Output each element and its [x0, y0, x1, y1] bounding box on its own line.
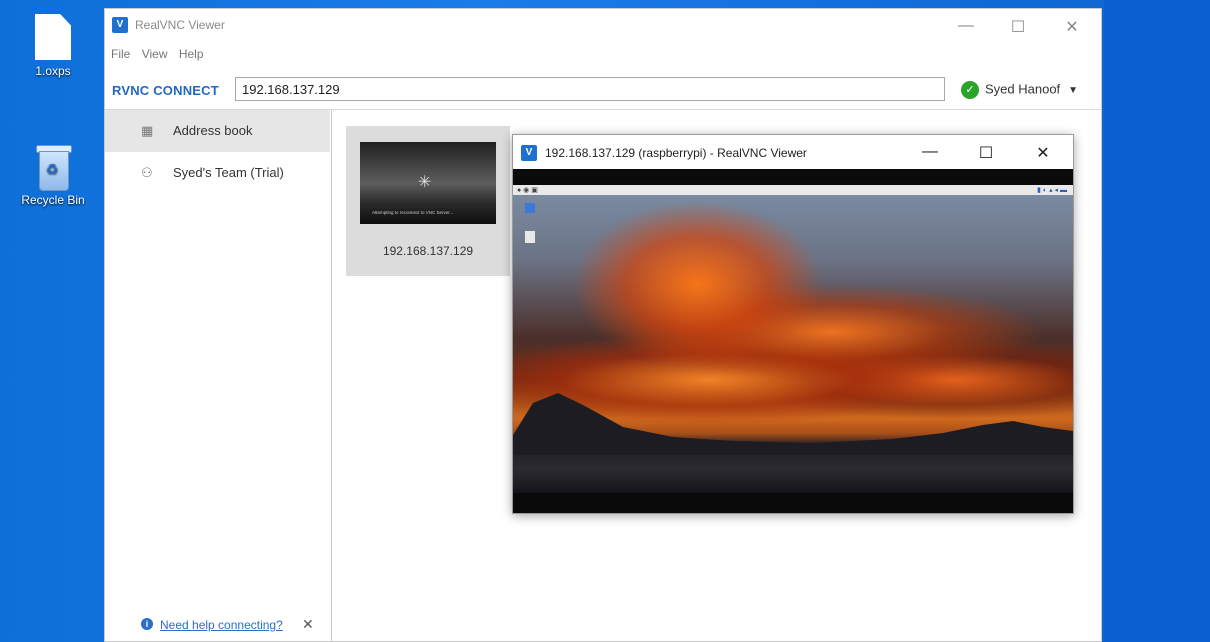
session-window-title: 192.168.137.129 (raspberrypi) - RealVNC … [545, 146, 807, 160]
team-icon: ⚇ [141, 165, 153, 180]
toolbar: RVNC CONNECT ✓ Syed Hanoof ▼ [105, 73, 1101, 110]
menu-help[interactable]: Help [179, 47, 204, 61]
recycle-bin-icon: ♻ [36, 145, 72, 191]
desktop-wallpaper-strip [1104, 0, 1210, 642]
account-menu[interactable]: ✓ Syed Hanoof ▼ [961, 81, 1078, 99]
remote-desktop-view[interactable]: ● ◉ ▣ ▮ ◐ ▴ ◂ ▬ [513, 169, 1073, 513]
close-icon[interactable]: ✕ [302, 616, 314, 633]
file-icon [35, 14, 71, 60]
sidebar-item-address-book[interactable]: ▦ Address book [105, 110, 330, 152]
title-bar[interactable]: V RealVNC Viewer — ☐ ✕ [105, 9, 1101, 43]
loading-spinner-icon: ✳ [418, 174, 432, 191]
vnc-session-window: V 192.168.137.129 (raspberrypi) - RealVN… [512, 134, 1074, 514]
remote-taskbar[interactable]: ● ◉ ▣ ▮ ◐ ▴ ◂ ▬ [513, 185, 1073, 195]
menu-bar: File View Help [111, 47, 212, 65]
remote-desktop-icon[interactable] [525, 231, 535, 243]
chevron-down-icon[interactable]: ▼ [1068, 85, 1078, 96]
session-close-button[interactable]: ✕ [1028, 143, 1058, 163]
computer-tile[interactable]: ✳ Attempting to reconnect to VNC Server.… [346, 126, 510, 276]
sidebar: ▦ Address book ⚇ Syed's Team (Trial) i N… [105, 110, 332, 641]
computer-tile-label: 192.168.137.129 [382, 244, 474, 258]
sidebar-item-label: Address book [173, 123, 253, 138]
session-maximize-button[interactable]: ☐ [971, 143, 1001, 163]
account-name: Syed Hanoof [985, 81, 1061, 97]
address-input[interactable] [235, 77, 945, 101]
realvnc-logo-icon: V [112, 17, 128, 33]
menu-view[interactable]: View [142, 47, 168, 61]
thumbnail-message: Attempting to reconnect to VNC Server... [372, 210, 454, 215]
maximize-button[interactable]: ☐ [1003, 17, 1033, 37]
sidebar-item-label: Syed's Team (Trial) [173, 165, 284, 180]
remote-menu-icons[interactable]: ● ◉ ▣ [517, 186, 538, 194]
help-bar: i Need help connecting? ✕ [105, 611, 330, 641]
session-minimize-button[interactable]: — [915, 143, 945, 161]
info-icon: i [141, 618, 153, 630]
vnc-connect-logo: RVNC CONNECT [112, 83, 219, 98]
desktop-icon-label: Recycle Bin [21, 193, 85, 207]
signed-in-check-icon: ✓ [961, 81, 979, 99]
realvnc-logo-icon: V [521, 145, 537, 161]
computer-thumbnail: ✳ Attempting to reconnect to VNC Server.… [360, 142, 496, 224]
desktop-file-icon[interactable]: 1.oxps [8, 14, 98, 78]
window-title: RealVNC Viewer [135, 18, 225, 32]
help-link[interactable]: Need help connecting? [160, 618, 283, 632]
session-title-bar[interactable]: V 192.168.137.129 (raspberrypi) - RealVN… [513, 135, 1073, 169]
remote-wallpaper [513, 195, 1073, 493]
minimize-button[interactable]: — [951, 17, 981, 35]
sidebar-item-team[interactable]: ⚇ Syed's Team (Trial) [105, 152, 330, 194]
close-button[interactable]: ✕ [1057, 17, 1087, 37]
address-book-icon: ▦ [141, 123, 154, 138]
desktop-icon-label: 1.oxps [35, 64, 71, 78]
menu-file[interactable]: File [111, 47, 130, 61]
desktop-recycle-bin[interactable]: ♻ Recycle Bin [8, 145, 98, 207]
remote-tray-icons[interactable]: ▮ ◐ ▴ ◂ ▬ [1037, 186, 1067, 194]
mountain-silhouette [513, 393, 1073, 455]
remote-desktop-icon[interactable] [525, 203, 535, 213]
